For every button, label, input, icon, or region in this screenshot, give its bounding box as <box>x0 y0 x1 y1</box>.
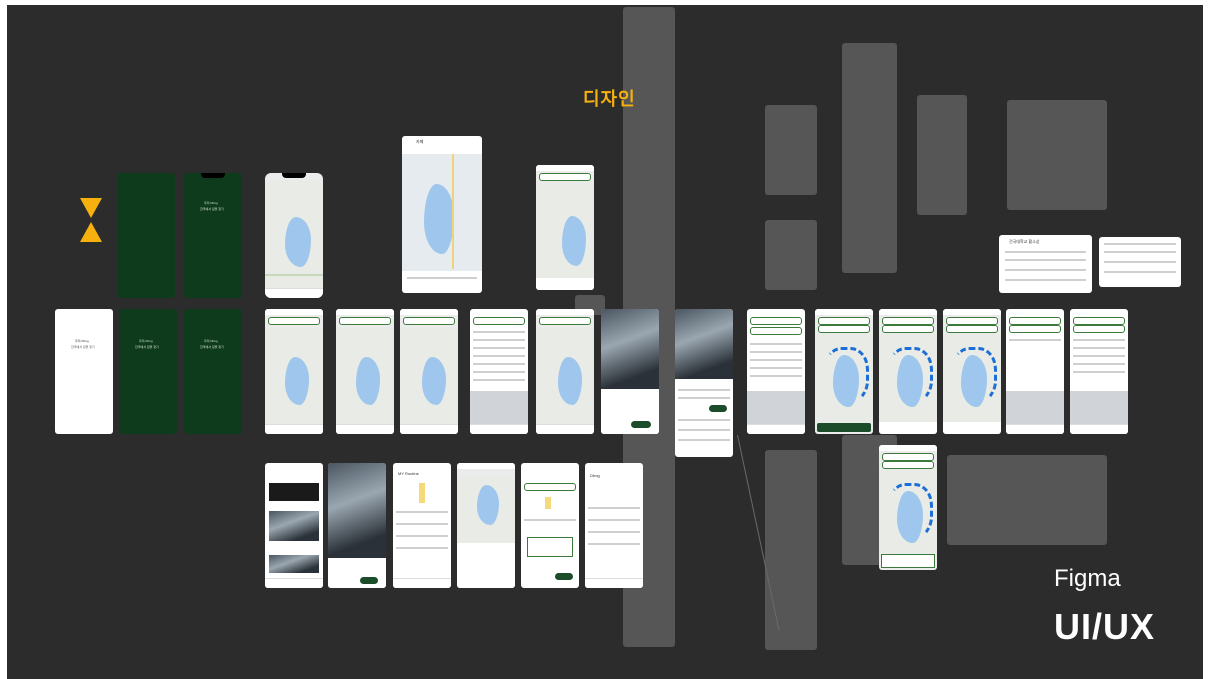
ghost-frame <box>1007 100 1107 210</box>
search-list-screen <box>470 309 528 434</box>
splash-title: 우리 Dfrog <box>204 339 218 343</box>
route-map-screen <box>879 309 937 434</box>
search-list-screen <box>747 309 805 434</box>
ghost-frame <box>947 455 1107 545</box>
ghost-frame <box>842 43 897 273</box>
bottom-sheet-title: 건국대학교 황소상 <box>1009 239 1040 244</box>
routine-screen: MY Routine <box>393 463 451 588</box>
search-screen-title: 카페 <box>416 139 424 144</box>
ghost-frame <box>765 450 817 650</box>
ghost-frame <box>765 220 817 290</box>
splash-title: 우리 Dfrog <box>139 339 153 343</box>
place-detail-screen <box>328 463 386 588</box>
figma-label: Figma <box>1054 565 1121 592</box>
ghost-frame <box>765 105 817 195</box>
ghost-frame <box>917 95 967 215</box>
design-label: 디자인 <box>583 89 636 109</box>
map-screen <box>336 309 394 434</box>
settings-screen: Dfrog <box>585 463 643 588</box>
routine-title: MY Routine <box>398 471 419 476</box>
splash-screen: 우리 Dfrog 한국에서 길을 찾기 <box>184 309 242 434</box>
splash-screen <box>117 173 175 298</box>
place-detail-expanded <box>675 309 733 457</box>
route-map-screen <box>879 445 937 570</box>
splash-subtitle: 한국에서 길을 찾기 <box>135 345 159 349</box>
splash-screen: 우리 Dfrog 한국에서 길을 찾기 <box>184 173 242 298</box>
route-map-screen <box>943 309 1001 434</box>
figma-canvas: 우리 Dfrog 한국에서 길을 찾기 우리 Dfrog 한국에서 길을 찾기 … <box>7 5 1203 679</box>
route-options-panel <box>1099 237 1181 287</box>
splash-screen: 우리 Dfrog 한국에서 길을 찾기 <box>119 309 177 434</box>
map-screen <box>536 309 594 434</box>
splash-subtitle: 한국에서 길을 찾기 <box>71 345 95 349</box>
route-map-screen <box>815 309 873 434</box>
map-screen <box>265 309 323 434</box>
search-map-screen: 카페 <box>402 136 482 293</box>
map-home-screen <box>265 173 323 298</box>
map-screen <box>400 309 458 434</box>
search-list-screen <box>1070 309 1128 434</box>
feed-screen <box>265 463 323 588</box>
settings-title: Dfrog <box>590 473 600 478</box>
uiux-label: UI/UX <box>1054 606 1156 647</box>
place-detail-screen <box>601 309 659 434</box>
map-screen <box>536 165 594 290</box>
hourglass-icon <box>80 198 102 242</box>
splash-subtitle: 한국에서 길을 찾기 <box>200 345 224 349</box>
splash-subtitle: 한국에서 길을 찾기 <box>200 207 224 211</box>
search-list-screen <box>1006 309 1064 434</box>
calendar-screen <box>521 463 579 588</box>
splash-screen-white: 우리 Dfrog 한국에서 길을 찾기 <box>55 309 113 434</box>
map-screen <box>457 463 515 588</box>
place-bottom-sheet: 건국대학교 황소상 <box>999 235 1092 293</box>
splash-title: 우리 Dfrog <box>204 201 218 205</box>
splash-title: 우리 Dfrog <box>75 339 89 343</box>
